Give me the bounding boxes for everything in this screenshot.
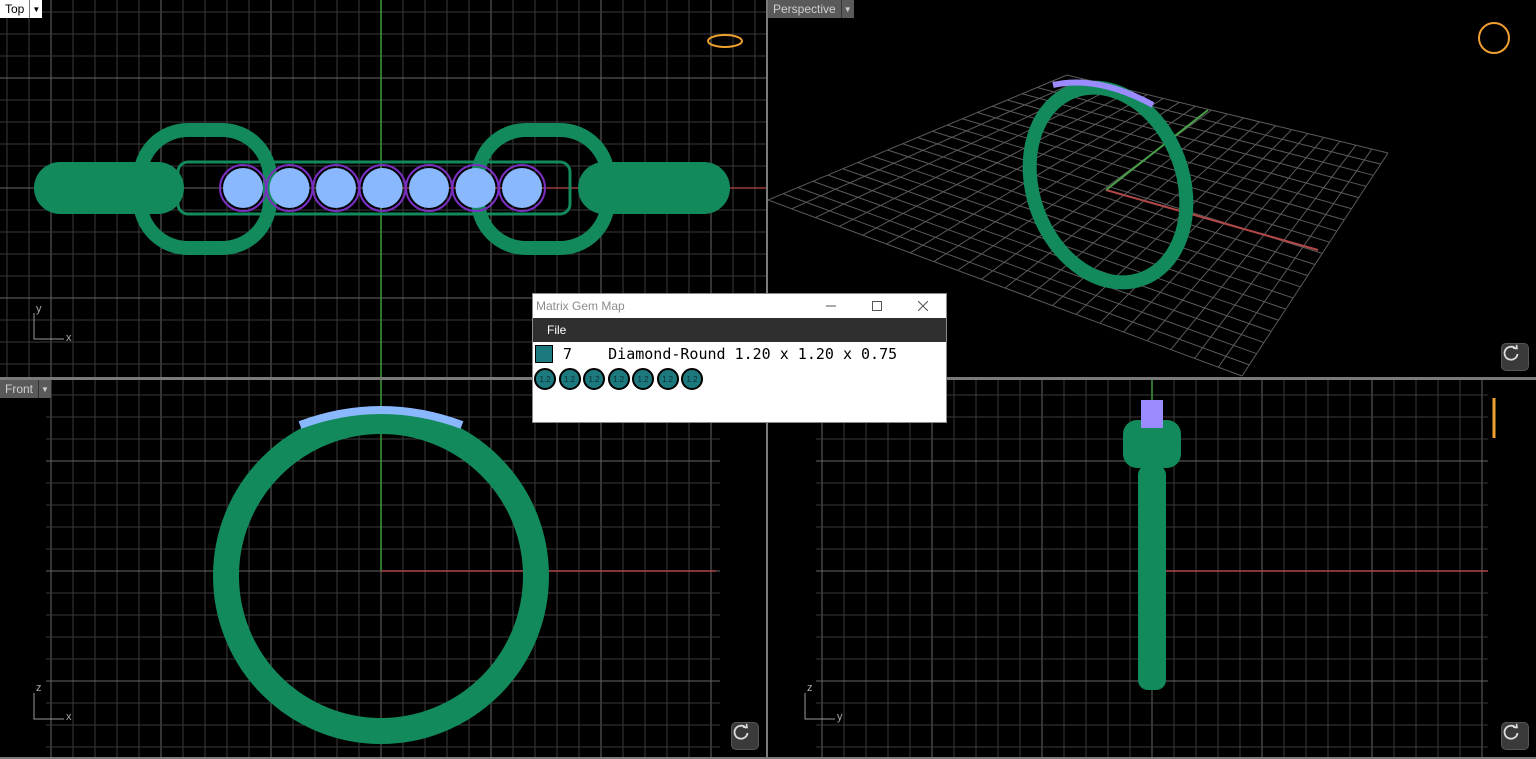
gem — [502, 168, 542, 208]
axis-x-label: x — [66, 711, 72, 723]
gem-color-swatch[interactable] — [535, 345, 553, 363]
viewport-right[interactable]: z y — [768, 380, 1536, 757]
gem — [455, 168, 496, 208]
gem-circle[interactable]: 1.2 — [681, 368, 703, 390]
viewport-name: Top — [0, 0, 30, 18]
axis-gizmo — [33, 313, 64, 340]
gem-circle[interactable]: 1.2 — [534, 368, 556, 390]
close-button[interactable] — [900, 294, 946, 318]
gem-circle[interactable]: 1.2 — [632, 368, 654, 390]
dialog-menubar: File — [533, 318, 946, 342]
rotate-view-button[interactable] — [1501, 343, 1529, 371]
gem-description: Diamond-Round 1.20 x 1.20 x 0.75 — [608, 345, 898, 363]
front-view-canvas[interactable] — [0, 380, 766, 757]
shank-left — [34, 162, 184, 214]
axis-x-label: x — [66, 332, 72, 344]
close-icon — [918, 301, 928, 311]
viewport-label-perspective[interactable]: Perspective ▼ — [768, 0, 854, 18]
gem — [316, 168, 356, 208]
dialog-title: Matrix Gem Map — [536, 299, 625, 313]
ring-orientation-icon — [1478, 22, 1510, 54]
chevron-down-icon[interactable]: ▼ — [840, 0, 854, 18]
gem — [409, 168, 449, 208]
rotate-view-button[interactable] — [731, 722, 759, 750]
right-view-canvas[interactable] — [768, 380, 1536, 757]
gem-circle[interactable]: 1.2 — [583, 368, 605, 390]
gem-circle[interactable]: 1.2 — [607, 368, 630, 390]
ring-shank — [1022, 80, 1194, 290]
ring-orientation-icon — [707, 34, 743, 48]
maximize-icon — [872, 301, 882, 311]
gem-map-dialog[interactable]: Matrix Gem Map File 7 Diamond-Round 1.20… — [532, 293, 947, 423]
rotate-view-icon — [733, 723, 749, 740]
minimize-button[interactable] — [808, 294, 854, 318]
gem-circle-list: 1.2 1.2 1.2 1.2 1.2 1.2 1.2 — [533, 368, 946, 390]
gem-circle[interactable]: 1.2 — [558, 368, 581, 390]
rotate-view-icon — [1503, 344, 1519, 361]
grid — [46, 380, 720, 757]
viewport-name: Perspective — [768, 0, 841, 18]
menu-file[interactable]: File — [533, 323, 580, 337]
viewport-name: Front — [0, 380, 39, 398]
axis-z-label: z — [36, 682, 42, 694]
axis-gizmo — [33, 693, 64, 720]
gem-count: 7 — [563, 345, 573, 363]
gem-circle[interactable]: 1.2 — [656, 368, 679, 390]
chevron-down-icon[interactable]: ▼ — [38, 380, 52, 398]
maximize-button[interactable] — [854, 294, 900, 318]
gem — [269, 168, 310, 208]
viewport-front[interactable]: Front ▼ z x — [0, 380, 766, 757]
dialog-titlebar[interactable]: Matrix Gem Map — [533, 294, 946, 318]
viewport-label-top[interactable]: Top ▼ — [0, 0, 43, 18]
gem — [223, 168, 263, 208]
gem — [1141, 400, 1163, 428]
gem-entry-row[interactable]: 7 Diamond-Round 1.20 x 1.20 x 0.75 — [533, 342, 946, 366]
gem-spacer — [572, 345, 608, 363]
chevron-down-icon[interactable]: ▼ — [29, 0, 43, 18]
axis-y-label: y — [837, 711, 843, 723]
rotate-view-button[interactable] — [1501, 722, 1529, 750]
ring-shank — [1138, 465, 1166, 690]
minimize-icon — [826, 305, 836, 307]
viewport-label-front[interactable]: Front ▼ — [0, 380, 52, 398]
rotate-view-icon — [1503, 723, 1519, 740]
gem — [362, 168, 403, 208]
axis-z-label: z — [807, 682, 813, 694]
axis-gizmo — [804, 693, 835, 720]
axis-y-label: y — [36, 303, 42, 315]
